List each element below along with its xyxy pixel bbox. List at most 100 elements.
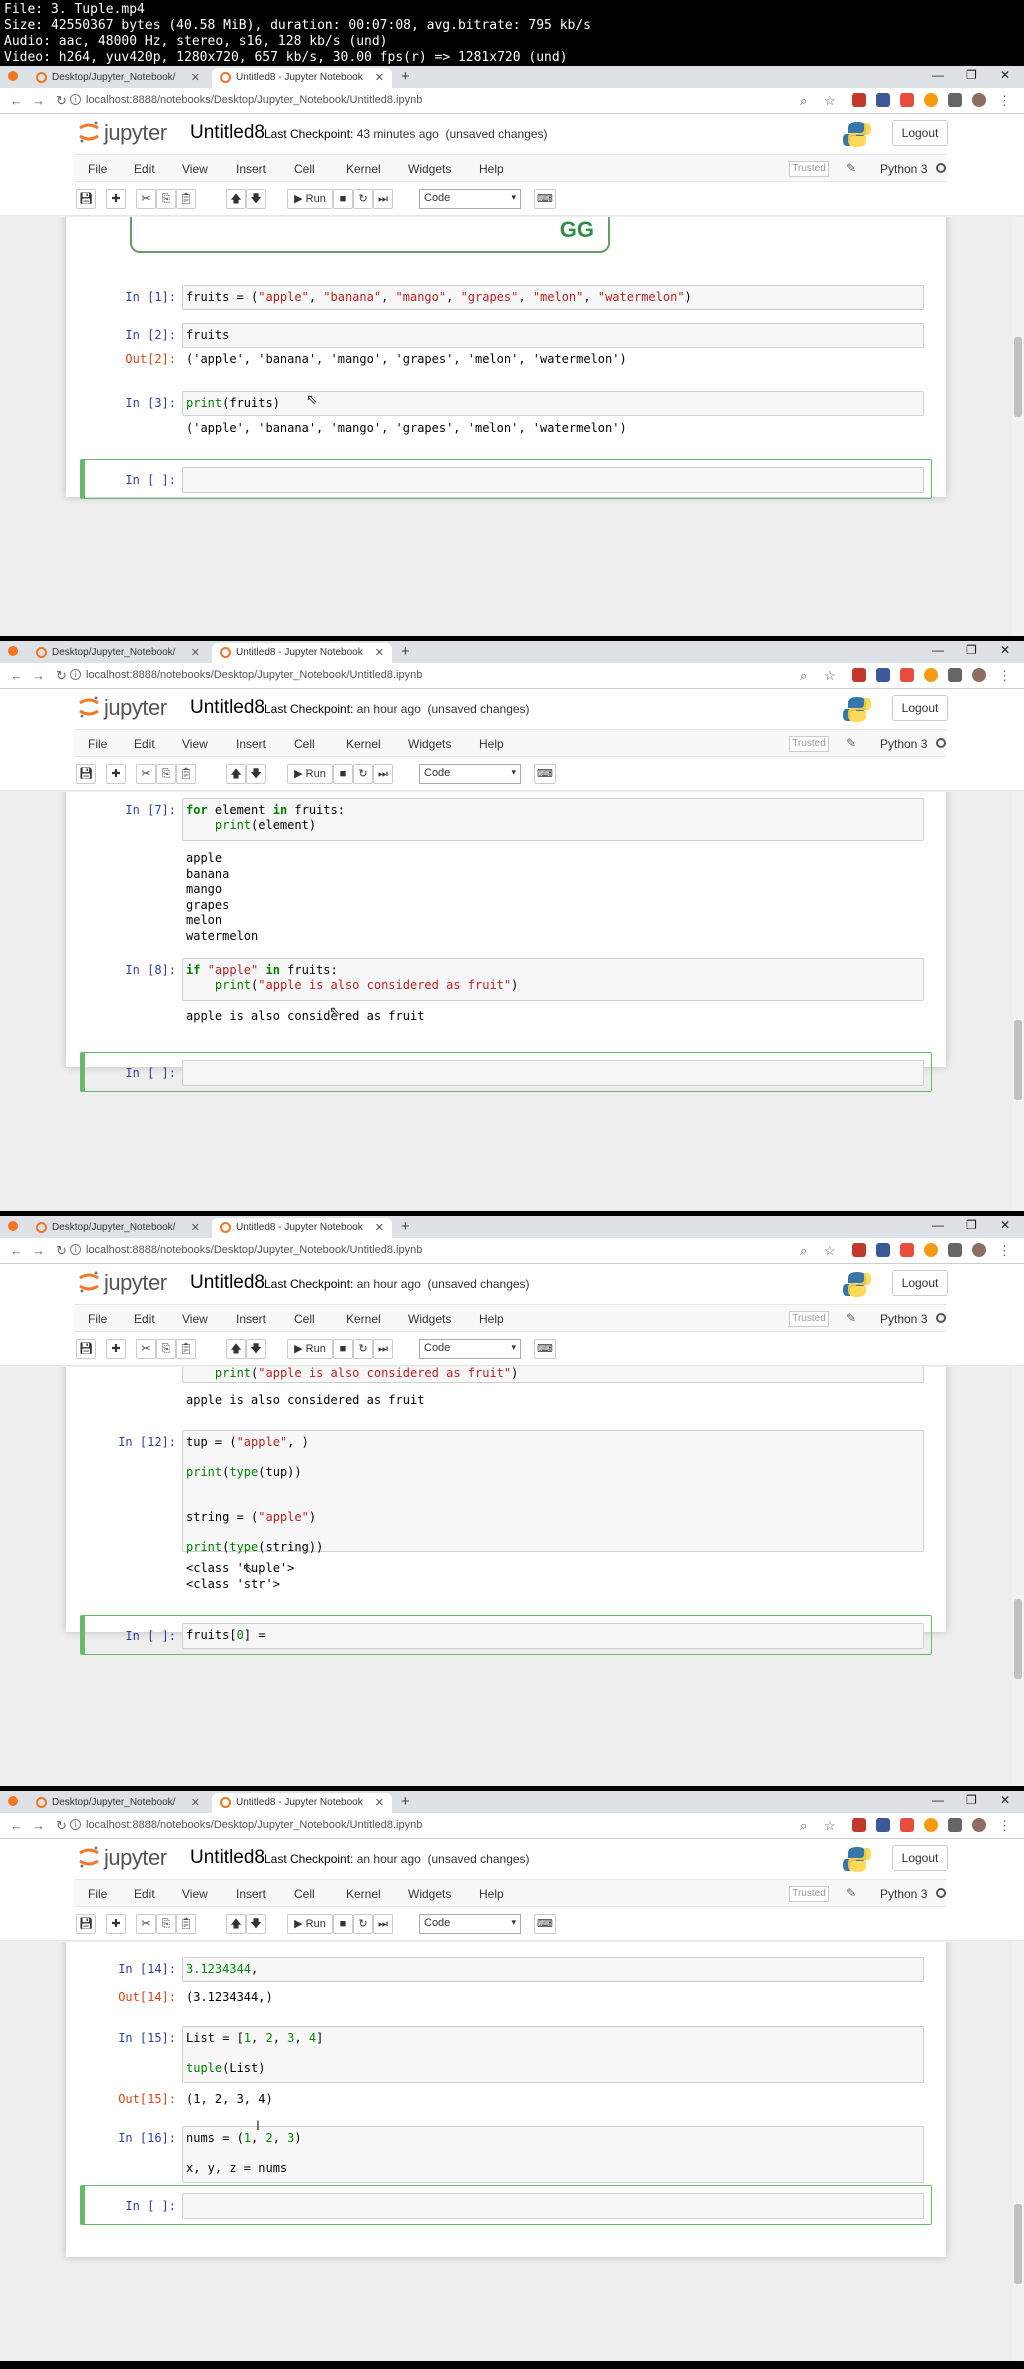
code-input[interactable]: fruits [182, 323, 924, 348]
close-tab-icon[interactable]: ✕ [375, 1221, 384, 1234]
browser-menu-icon[interactable] [8, 1221, 18, 1231]
trusted-badge[interactable]: Trusted [789, 1886, 829, 1902]
keyboard-icon[interactable]: ⌨ [534, 1914, 556, 1934]
menu-view[interactable]: View [182, 162, 208, 176]
maximize-icon[interactable]: ❐ [966, 1218, 977, 1232]
code-input[interactable] [182, 2193, 924, 2219]
close-tab-icon[interactable]: ✕ [375, 646, 384, 659]
site-info-icon[interactable]: i [70, 1819, 81, 1830]
minimize-icon[interactable]: — [932, 1793, 944, 1807]
jupyter-wordmark[interactable]: jupyter [104, 695, 167, 721]
zoom-icon[interactable]: ⌕ [800, 668, 807, 684]
minimize-icon[interactable]: — [932, 643, 944, 657]
insert-cell-icon[interactable]: ✚ [106, 764, 126, 784]
forward-icon[interactable]: → [32, 668, 45, 683]
scroll-thumb[interactable] [1014, 1020, 1022, 1100]
extensions-puzzle-icon[interactable] [948, 1243, 962, 1257]
notebook-title[interactable]: Untitled8 [190, 122, 265, 144]
extension-icon[interactable] [924, 1818, 938, 1832]
bookmark-star-icon[interactable]: ☆ [824, 93, 836, 109]
interrupt-icon[interactable]: ■ [333, 1914, 353, 1934]
close-tab-icon[interactable]: ✕ [375, 71, 384, 84]
close-tab-icon[interactable]: ✕ [191, 71, 200, 84]
menu-widgets[interactable]: Widgets [408, 737, 451, 751]
menu-kernel[interactable]: Kernel [346, 1887, 381, 1901]
minimize-icon[interactable]: — [932, 68, 944, 82]
menu-cell[interactable]: Cell [294, 1887, 315, 1901]
trusted-badge[interactable]: Trusted [789, 161, 829, 177]
menu-help[interactable]: Help [479, 737, 504, 751]
extension-icon[interactable] [900, 93, 914, 107]
restart-run-all-icon[interactable]: ⏭ [373, 1914, 393, 1934]
kernel-name[interactable]: Python 3 [880, 1887, 927, 1901]
trusted-badge[interactable]: Trusted [789, 1311, 829, 1327]
browser-tab-desktop[interactable]: Desktop/Jupyter_Notebook/ ✕ [28, 1218, 208, 1238]
extension-icon[interactable] [852, 93, 866, 107]
keyboard-icon[interactable]: ⌨ [534, 1339, 556, 1359]
save-icon[interactable]: 💾︎ [76, 764, 96, 784]
menu-kernel[interactable]: Kernel [346, 737, 381, 751]
move-up-icon[interactable]: 🡅 [226, 189, 246, 209]
forward-icon[interactable]: → [32, 93, 45, 108]
menu-edit[interactable]: Edit [134, 1887, 155, 1901]
browser-menu-icon[interactable] [8, 646, 18, 656]
logout-button[interactable]: Logout [892, 120, 948, 146]
browser-tab-desktop[interactable]: Desktop/Jupyter_Notebook/ ✕ [28, 68, 208, 88]
profile-avatar[interactable] [972, 668, 986, 682]
move-down-icon[interactable]: 🡇 [246, 1339, 266, 1359]
profile-avatar[interactable] [972, 1818, 986, 1832]
cut-icon[interactable]: ✂ [136, 189, 156, 209]
new-tab-icon[interactable]: + [401, 1793, 410, 1810]
close-window-icon[interactable]: ✕ [1000, 1218, 1010, 1232]
paste-icon[interactable]: 📋︎ [176, 1914, 196, 1934]
browser-kebab-icon[interactable]: ⋮ [998, 668, 1011, 684]
move-up-icon[interactable]: 🡅 [226, 764, 246, 784]
extension-icon[interactable] [900, 668, 914, 682]
keyboard-icon[interactable]: ⌨ [534, 189, 556, 209]
notebook-title[interactable]: Untitled8 [190, 1272, 265, 1294]
menu-widgets[interactable]: Widgets [408, 162, 451, 176]
extensions-puzzle-icon[interactable] [948, 668, 962, 682]
extension-icon[interactable] [876, 668, 890, 682]
code-input[interactable]: print(fruits) [182, 391, 924, 416]
menu-help[interactable]: Help [479, 1312, 504, 1326]
move-up-icon[interactable]: 🡅 [226, 1339, 246, 1359]
browser-tab-notebook[interactable]: Untitled8 - Jupyter Notebook ✕ [212, 1218, 392, 1238]
copy-icon[interactable]: ⎘ [156, 189, 176, 209]
zoom-icon[interactable]: ⌕ [800, 1818, 807, 1834]
restart-run-all-icon[interactable]: ⏭ [373, 1339, 393, 1359]
paste-icon[interactable]: 📋︎ [176, 1339, 196, 1359]
code-input[interactable]: nums = (1, 2, 3) x, y, z = nums [182, 2126, 924, 2183]
code-input[interactable]: for element in fruits: print(element) [182, 798, 924, 841]
code-input[interactable]: tup = ("apple", ) print(type(tup)) strin… [182, 1430, 924, 1554]
extension-icon[interactable] [876, 93, 890, 107]
extension-icon[interactable] [876, 1243, 890, 1257]
maximize-icon[interactable]: ❐ [966, 68, 977, 82]
code-input[interactable]: if "apple" in fruits: print("apple is al… [182, 958, 924, 1001]
restart-icon[interactable]: ↻ [353, 764, 373, 784]
kernel-name[interactable]: Python 3 [880, 1312, 927, 1326]
back-icon[interactable]: ← [10, 1818, 23, 1833]
menu-cell[interactable]: Cell [294, 162, 315, 176]
reload-icon[interactable]: ↻ [56, 1243, 67, 1259]
reload-icon[interactable]: ↻ [56, 668, 67, 684]
cell-type-select[interactable]: Code ▾ [419, 764, 521, 784]
restart-icon[interactable]: ↻ [353, 1914, 373, 1934]
run-button[interactable]: ▶ Run [287, 1914, 333, 1934]
menu-kernel[interactable]: Kernel [346, 162, 381, 176]
paste-icon[interactable]: 📋︎ [176, 764, 196, 784]
close-window-icon[interactable]: ✕ [1000, 643, 1010, 657]
interrupt-icon[interactable]: ■ [333, 1339, 353, 1359]
url-text[interactable]: localhost:8888/notebooks/Desktop/Jupyter… [86, 669, 422, 681]
cell-type-select[interactable]: Code ▾ [419, 1914, 521, 1934]
url-text[interactable]: localhost:8888/notebooks/Desktop/Jupyter… [86, 94, 422, 106]
minimize-icon[interactable]: — [932, 1218, 944, 1232]
menu-file[interactable]: File [88, 737, 107, 751]
keyboard-icon[interactable]: ⌨ [534, 764, 556, 784]
paste-icon[interactable]: 📋︎ [176, 189, 196, 209]
menu-cell[interactable]: Cell [294, 1312, 315, 1326]
scrollbar[interactable] [1012, 1942, 1024, 2361]
insert-cell-icon[interactable]: ✚ [106, 189, 126, 209]
menu-insert[interactable]: Insert [236, 162, 266, 176]
menu-widgets[interactable]: Widgets [408, 1312, 451, 1326]
